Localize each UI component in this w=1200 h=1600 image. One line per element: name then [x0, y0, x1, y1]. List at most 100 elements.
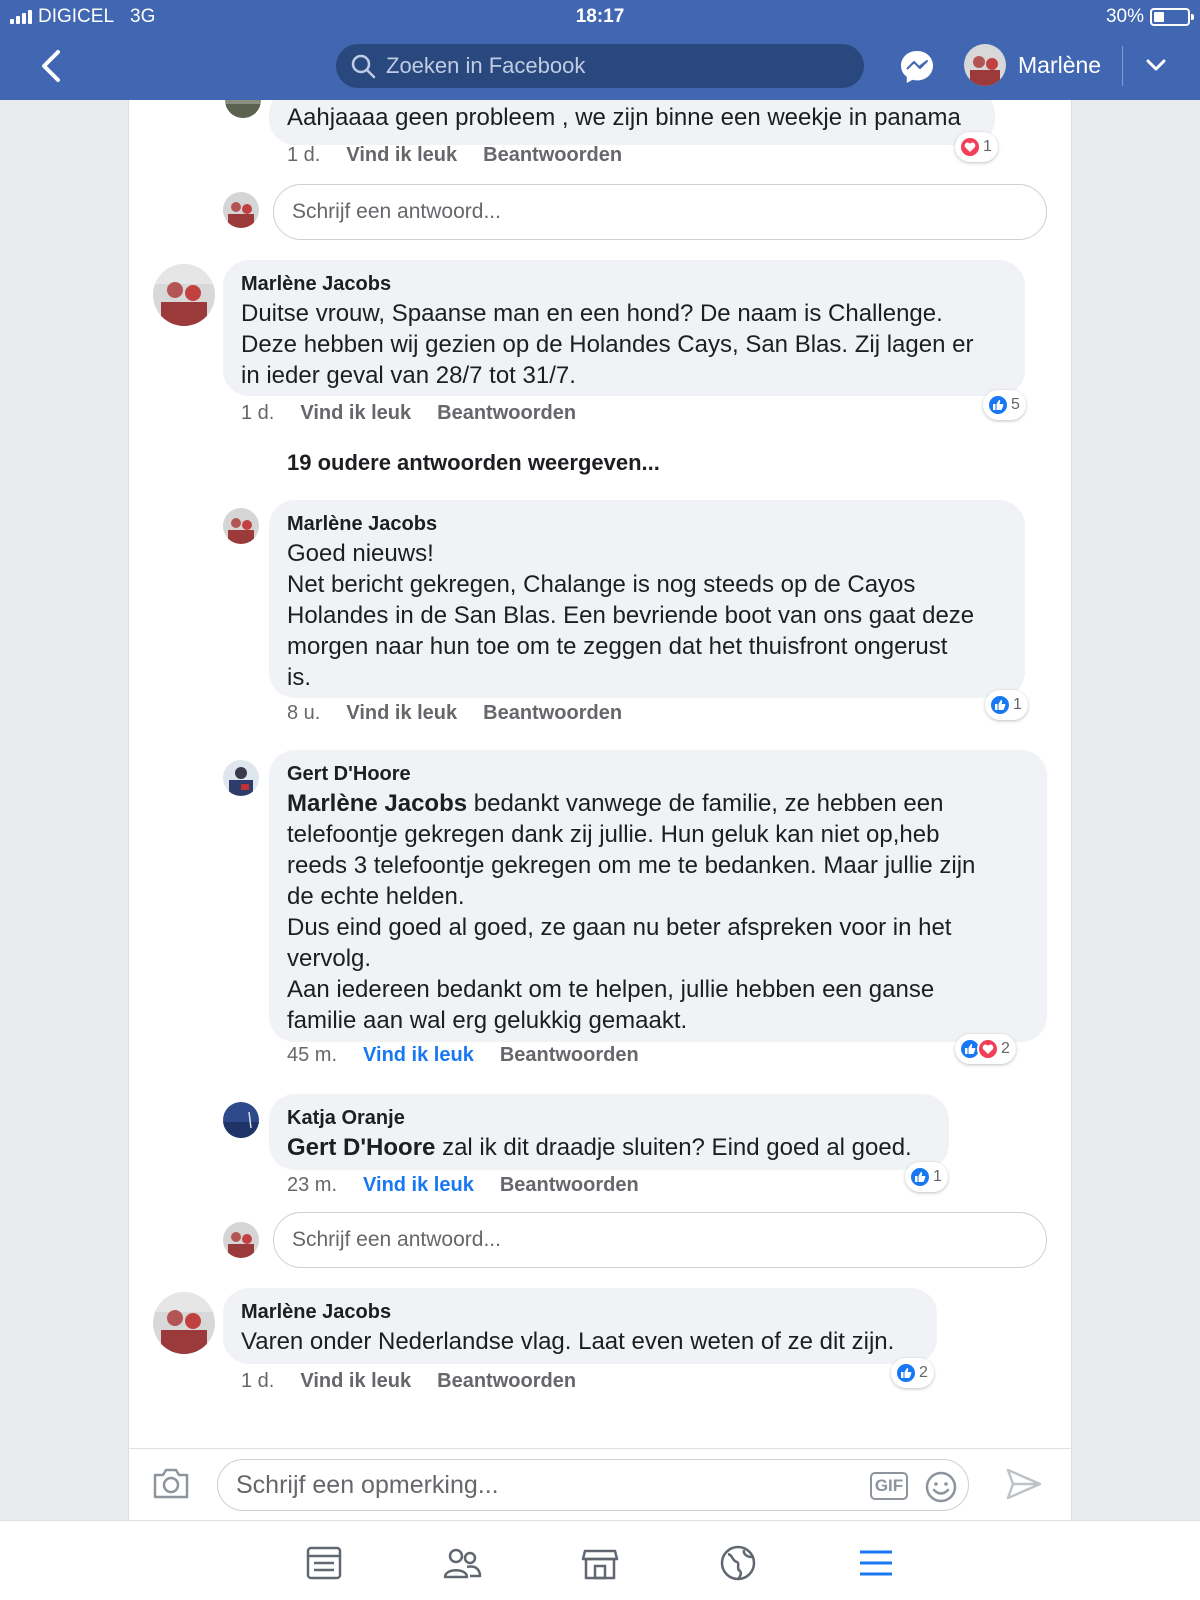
profile-name: Marlène: [1018, 51, 1102, 78]
reply-input[interactable]: Schrijf een antwoord...: [273, 1212, 1047, 1268]
comment-first-line: Marlène Jacobs bedankt vanwege de famili…: [287, 788, 1029, 819]
mention-tag[interactable]: Gert D'Hoore: [287, 1134, 435, 1161]
camera-icon[interactable]: [151, 1465, 191, 1501]
comment-actions: 8 u. Vind ik leuk Beantwoorden: [287, 702, 622, 725]
comment-time: 23 m.: [287, 1174, 338, 1196]
friends-icon[interactable]: [442, 1543, 482, 1583]
like-reaction-icon: [987, 394, 1009, 416]
reply-link[interactable]: Beantwoorden: [483, 702, 622, 725]
avatar: [223, 1102, 259, 1138]
comment-text: morgen naar hun toe om te zeggen dat het…: [287, 633, 948, 660]
comment-text: Holandes in de San Blas. Een bevriende b…: [287, 602, 975, 629]
reply-link[interactable]: Beantwoorden: [500, 1044, 639, 1067]
reply-bubble: Gert D'Hoore Marlène Jacobs bedankt vanw…: [269, 750, 1047, 1042]
reply-placeholder: Schrijf een antwoord...: [292, 1228, 501, 1251]
comment-text: Aan iedereen bedankt om te helpen, julli…: [287, 976, 935, 1003]
comment-time: 1 d.: [241, 1370, 275, 1392]
gif-button[interactable]: GIF: [870, 1472, 908, 1500]
clock: 18:17: [575, 6, 625, 27]
comment-text: in ieder geval van 28/7 tot 31/7.: [241, 362, 576, 389]
like-reaction-icon: [989, 694, 1011, 716]
chevron-down-icon[interactable]: [1144, 56, 1168, 74]
comment-text: de echte helden.: [287, 883, 465, 910]
send-icon[interactable]: [1005, 1465, 1043, 1503]
reply-bubble: Katja Oranje Gert D'Hoore zal ik dit dra…: [269, 1094, 949, 1170]
like-link[interactable]: Vind ik leuk: [363, 1044, 474, 1067]
emoji-icon[interactable]: [924, 1470, 958, 1504]
reply-bubble: Marlène Jacobs Goed nieuws! Net bericht …: [269, 500, 1025, 698]
reaction-count: 1: [1013, 696, 1022, 713]
profile-shortcut[interactable]: Marlène: [964, 44, 1101, 86]
comment-actions: 45 m. Vind ik leuk Beantwoorden: [287, 1044, 639, 1067]
comment-bubble: Marlène Jacobs Duitse vrouw, Spaanse man…: [223, 260, 1025, 396]
mention-tag[interactable]: Marlène Jacobs: [287, 790, 467, 817]
reaction-summary[interactable]: 5: [983, 390, 1026, 420]
like-link[interactable]: Vind ik leuk: [300, 1370, 411, 1393]
comment-author[interactable]: Marlène Jacobs: [287, 512, 1007, 536]
comment-input[interactable]: Schrijf een opmerking... GIF: [217, 1459, 969, 1511]
comment-text: Dus eind goed al goed, ze gaan nu beter …: [287, 914, 952, 941]
reply-link[interactable]: Beantwoorden: [437, 1370, 576, 1393]
comment-text: Deze hebben wij gezien op de Holandes Ca…: [241, 331, 974, 358]
globe-icon[interactable]: [718, 1543, 758, 1583]
comment-text: Duitse vrouw, Spaanse man en een hond? D…: [241, 300, 943, 327]
comment-text: zal ik dit draadje sluiten? Eind goed al…: [435, 1134, 912, 1161]
reaction-count: 5: [1011, 396, 1020, 413]
like-link[interactable]: Vind ik leuk: [300, 402, 411, 425]
avatar: [153, 264, 215, 326]
comment-author[interactable]: Marlène Jacobs: [241, 272, 1007, 296]
reaction-summary[interactable]: 2: [955, 1034, 1016, 1064]
like-reaction-icon: [909, 1166, 931, 1188]
menu-icon[interactable]: [856, 1543, 896, 1583]
reaction-summary[interactable]: 1: [905, 1162, 948, 1192]
view-older-replies-link[interactable]: 19 oudere antwoorden weergeven...: [287, 450, 660, 476]
comment-author[interactable]: Marlène Jacobs: [241, 1300, 919, 1324]
reply-input[interactable]: Schrijf een antwoord...: [273, 184, 1047, 240]
love-reaction-icon: [977, 1038, 999, 1060]
avatar: [223, 508, 259, 544]
comments-thread: Aahjaaaa geen probleem , we zijn binne e…: [128, 100, 1072, 1448]
comment-text: reeds 3 telefoontje gekregen om me te be…: [287, 852, 976, 879]
header-divider: [1122, 46, 1123, 86]
like-link[interactable]: Vind ik leuk: [346, 144, 457, 167]
reaction-summary[interactable]: 1: [955, 132, 998, 162]
reply-link[interactable]: Beantwoorden: [437, 402, 576, 425]
avatar: [153, 1292, 215, 1354]
reply-placeholder: Schrijf een antwoord...: [292, 200, 501, 223]
comment-author[interactable]: Katja Oranje: [287, 1106, 931, 1130]
avatar: [225, 100, 261, 118]
comment-author[interactable]: Gert D'Hoore: [287, 762, 1029, 786]
comment-text: Net bericht gekregen, Chalange is nog st…: [287, 571, 916, 598]
comment-time: 8 u.: [287, 702, 321, 724]
comment-actions: 1 d. Vind ik leuk Beantwoorden: [241, 1370, 576, 1393]
comment-text: Varen onder Nederlandse vlag. Laat even …: [241, 1328, 895, 1355]
search-placeholder: Zoeken in Facebook: [386, 53, 586, 78]
comment-text: is.: [287, 664, 311, 691]
avatar: [223, 192, 259, 228]
back-arrow-icon[interactable]: [36, 46, 66, 86]
reply-link[interactable]: Beantwoorden: [483, 144, 622, 167]
reaction-summary[interactable]: 2: [891, 1358, 934, 1388]
marketplace-icon[interactable]: [580, 1543, 620, 1583]
reply-link[interactable]: Beantwoorden: [500, 1174, 639, 1197]
comment-actions: 1 d. Vind ik leuk Beantwoorden: [241, 402, 576, 425]
news-feed-icon[interactable]: [304, 1543, 344, 1583]
search-input[interactable]: Zoeken in Facebook: [336, 44, 864, 88]
comment-placeholder: Schrijf een opmerking...: [236, 1470, 499, 1499]
search-icon: [351, 54, 376, 79]
love-reaction-icon: [959, 136, 981, 158]
comment-text: vervolg.: [287, 945, 372, 972]
bottom-tab-bar: [0, 1520, 1200, 1600]
reaction-count: 2: [1001, 1040, 1010, 1057]
comment-actions: 23 m. Vind ik leuk Beantwoorden: [287, 1174, 639, 1197]
battery-icon: [1150, 8, 1194, 26]
app-header: DIGICEL 3G 18:17 30% Zoeken in Facebook …: [0, 0, 1200, 100]
messenger-icon[interactable]: [898, 48, 936, 86]
like-link[interactable]: Vind ik leuk: [346, 702, 457, 725]
like-reaction-icon: [895, 1362, 917, 1384]
comment-text: familie aan wal erg gelukkig gemaakt.: [287, 1007, 688, 1034]
comment-composer: Schrijf een opmerking... GIF: [128, 1448, 1072, 1520]
comment-text: Aahjaaaa geen probleem , we zijn binne e…: [287, 104, 961, 131]
like-link[interactable]: Vind ik leuk: [363, 1174, 474, 1197]
reaction-summary[interactable]: 1: [985, 690, 1028, 720]
